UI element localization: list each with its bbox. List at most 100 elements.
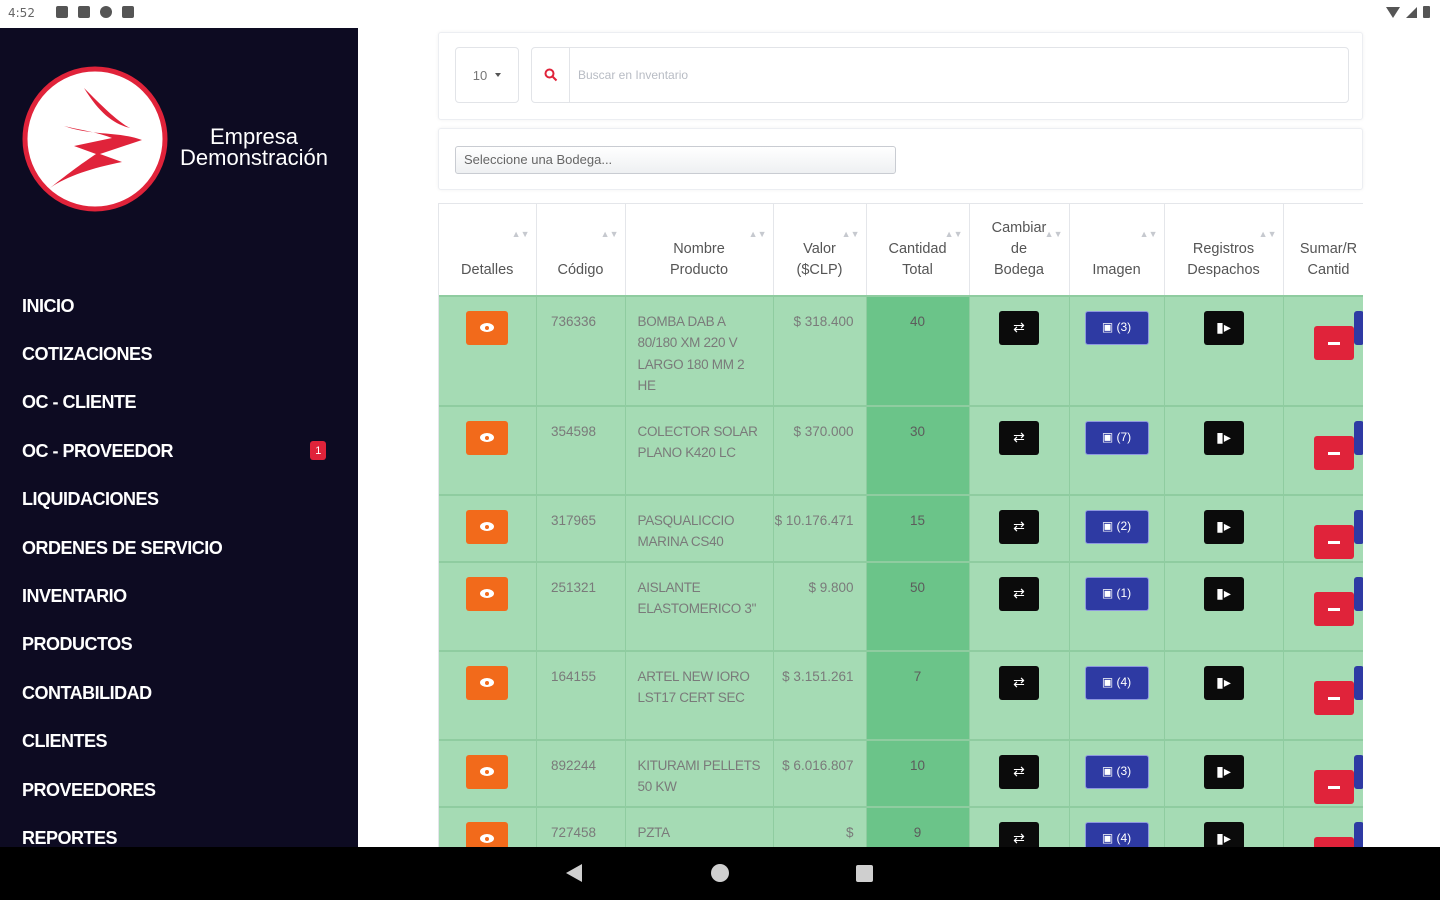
image-count: (4) [1116,674,1132,689]
add-button[interactable] [1353,310,1363,345]
subtract-button[interactable] [1313,592,1354,626]
dispatch-records-button[interactable]: ▮▸ [1203,754,1244,789]
home-icon[interactable] [711,864,729,882]
add-button[interactable] [1353,509,1363,544]
sidebar-item-label: CLIENTES [22,731,108,752]
details-button[interactable] [466,420,509,455]
sidebar-item-inicio[interactable]: INICIO [22,282,332,330]
recents-icon[interactable] [856,865,873,882]
truck-icon: ▮▸ [1216,584,1231,601]
add-subtract-cell [1283,649,1363,740]
details-button[interactable] [466,821,509,847]
column-header-detalles[interactable]: ▲▼ Detalles [439,203,537,296]
column-header-sumar[interactable]: Sumar/R Cantid [1283,203,1363,296]
column-header-nombre[interactable]: ▲▼ Nombre Producto [625,203,774,296]
add-button[interactable] [1353,576,1363,611]
dispatch-records-button[interactable]: ▮▸ [1203,310,1244,345]
quantity-cell: 10 [866,738,970,807]
price-cell: $ 370.000 [773,404,867,495]
sidebar-item-oc-proveedor[interactable]: OC - PROVEEDOR 1 [22,427,332,475]
eye-icon [480,323,495,332]
dispatch-records-button[interactable]: ▮▸ [1203,509,1244,544]
image-cell: ▣ (1) [1069,560,1165,651]
image-button[interactable]: ▣ (2) [1084,509,1149,544]
product-name-cell: AISLANTE ELASTOMERICO 3" [625,560,774,651]
change-bodega-button[interactable]: ⇄ [999,665,1039,700]
column-header-codigo[interactable]: ▲▼ Código [536,203,626,296]
dispatch-records-button[interactable]: ▮▸ [1203,665,1244,700]
image-button[interactable]: ▣ (4) [1084,821,1149,847]
subtract-button[interactable] [1313,681,1354,715]
sidebar-item-inventario[interactable]: INVENTARIO [22,572,332,620]
swap-icon: ⇄ [1013,829,1025,846]
change-bodega-button[interactable]: ⇄ [999,821,1039,847]
sidebar-item-ordenes-de-servicio[interactable]: ORDENES DE SERVICIO [22,524,332,572]
change-bodega-button[interactable]: ⇄ [999,310,1039,345]
minus-icon [1327,540,1340,544]
subtract-button[interactable] [1313,837,1354,847]
dispatch-records-button[interactable]: ▮▸ [1203,576,1244,611]
sidebar-item-label: CONTABILIDAD [22,682,152,703]
sidebar-item-productos[interactable]: PRODUCTOS [22,621,332,669]
column-header-cambiar-bodega[interactable]: ▲▼ Cambiar de Bodega [969,203,1070,296]
column-header-registros[interactable]: ▲▼ Registros Despachos [1164,203,1284,296]
image-button[interactable]: ▣ (1) [1084,576,1149,611]
change-bodega-cell: ⇄ [969,404,1070,495]
details-button[interactable] [466,576,509,611]
add-button[interactable] [1353,821,1363,847]
image-icon: ▣ [1101,518,1117,533]
sidebar-item-cotizaciones[interactable]: COTIZACIONES [22,330,332,378]
change-bodega-button[interactable]: ⇄ [999,420,1039,455]
add-subtract-cell [1283,738,1363,807]
change-bodega-cell: ⇄ [969,738,1070,807]
sidebar-menu: INICIO COTIZACIONES OC - CLIENTE OC - PR… [22,282,332,863]
details-button[interactable] [466,509,509,544]
subtract-button[interactable] [1313,436,1354,470]
image-icon: ▣ [1101,763,1117,778]
price-cell: $ 3.151.261 [773,649,867,740]
code-cell: 727458 [536,805,626,847]
image-count: (7) [1116,429,1132,444]
add-button[interactable] [1353,754,1363,789]
dispatch-records-button[interactable]: ▮▸ [1203,420,1244,455]
add-button[interactable] [1353,420,1363,455]
mail-icon [78,6,90,18]
sidebar-item-proveedores[interactable]: PROVEEDORES [22,766,332,814]
column-header-label: Sumar/R Cantid [1299,240,1358,278]
column-header-label: Cambiar de Bodega [991,219,1047,278]
status-time: 4:52 [8,6,35,20]
column-header-cantidad[interactable]: ▲▼ Cantidad Total [866,203,970,296]
details-cell [439,649,537,740]
change-bodega-button[interactable]: ⇄ [999,509,1039,544]
page-size-select[interactable]: 10 [455,47,519,103]
image-button[interactable]: ▣ (3) [1084,754,1149,789]
search-icon[interactable] [532,48,570,102]
image-button[interactable]: ▣ (4) [1084,665,1149,700]
sidebar-item-contabilidad[interactable]: CONTABILIDAD [22,669,332,717]
image-button[interactable]: ▣ (3) [1084,310,1149,345]
dispatch-records-button[interactable]: ▮▸ [1203,821,1244,847]
image-button[interactable]: ▣ (7) [1084,420,1149,455]
column-header-valor[interactable]: ▲▼ Valor ($CLP) [773,203,867,296]
change-bodega-button[interactable]: ⇄ [999,754,1039,789]
company-logo[interactable] [22,66,168,212]
subtract-button[interactable] [1313,525,1354,559]
details-button[interactable] [466,754,509,789]
sidebar-item-clientes[interactable]: CLIENTES [22,718,332,766]
back-icon[interactable] [566,864,582,882]
details-button[interactable] [466,310,509,345]
bodega-select[interactable]: Seleccione una Bodega... [455,146,896,174]
column-header-imagen[interactable]: ▲▼ Imagen [1069,203,1165,296]
change-bodega-cell: ⇄ [969,294,1070,406]
sidebar-item-oc-cliente[interactable]: OC - CLIENTE [22,379,332,427]
search-input[interactable] [578,60,1318,90]
details-button[interactable] [466,665,509,700]
subtract-button[interactable] [1313,326,1354,360]
sidebar-item-liquidaciones[interactable]: LIQUIDACIONES [22,476,332,524]
add-button[interactable] [1353,665,1363,700]
truck-icon: ▮▸ [1216,829,1231,846]
table-row: 892244 KITURAMI PELLETS 50 KW $ 6.016.807 1… [439,738,1363,807]
subtract-button[interactable] [1313,770,1354,804]
product-name-cell: PZTA [625,805,774,847]
change-bodega-button[interactable]: ⇄ [999,576,1039,611]
